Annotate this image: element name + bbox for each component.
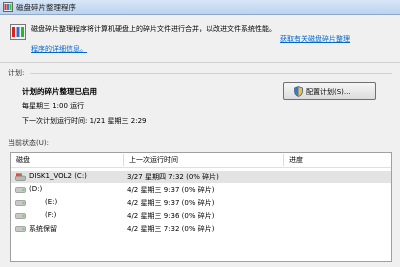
table-row[interactable]: (F:) 4/2 星期三 9:36 (0% 碎片) xyxy=(11,210,391,222)
schedule-status: 计划的碎片整理已启用 xyxy=(22,87,97,96)
volume-name: DISK1_VOL2 (C:) xyxy=(29,172,87,180)
volume-name: 系统保留 xyxy=(29,225,57,233)
column-header-progress[interactable]: 进度 xyxy=(289,155,303,165)
title-bar: 磁盘碎片整理程序 xyxy=(0,0,400,15)
volume-last-run: 4/2 星期三 9:37 (0% 碎片) xyxy=(127,186,215,194)
configure-schedule-button[interactable]: 配置计划(S)... xyxy=(283,82,376,100)
table-row[interactable]: DISK1_VOL2 (C:) 3/27 星期四 7:32 (0% 碎片) xyxy=(11,171,391,183)
defrag-icon xyxy=(10,24,26,40)
table-row[interactable]: 系统保留 4/2 星期三 7:32 (0% 碎片) xyxy=(11,223,391,235)
table-row[interactable]: (D:) 4/2 星期三 9:37 (0% 碎片) xyxy=(11,184,391,196)
volume-last-run: 4/2 星期三 7:32 (0% 碎片) xyxy=(127,225,215,233)
volume-table[interactable]: 磁盘 上一次运行时间 进度 DISK1_VOL2 (C:) 3/27 星期四 7… xyxy=(10,152,392,262)
current-status-label: 当前状态(U): xyxy=(8,139,49,147)
column-separator[interactable] xyxy=(123,154,124,166)
defrag-app-icon xyxy=(3,2,13,12)
volume-name: (D:) xyxy=(29,185,43,193)
volume-last-run: 4/2 星期三 9:36 (0% 碎片) xyxy=(127,212,215,220)
drive-icon xyxy=(15,187,26,193)
table-row[interactable]: (E:) 4/2 星期三 9:37 (0% 碎片) xyxy=(11,197,391,209)
schedule-separator xyxy=(30,73,392,74)
header-separator xyxy=(0,62,400,63)
next-run-time: 下一次计划运行时间: 1/21 星期三 2:29 xyxy=(22,117,147,125)
table-header: 磁盘 上一次运行时间 进度 xyxy=(11,153,391,168)
system-drive-icon xyxy=(15,173,26,181)
help-link[interactable]: 获取有关磁盘碎片整理 xyxy=(280,34,350,44)
volume-last-run: 4/2 星期三 9:37 (0% 碎片) xyxy=(127,199,215,207)
column-separator[interactable] xyxy=(283,154,284,166)
uac-shield-icon xyxy=(294,86,303,97)
drive-icon xyxy=(15,200,26,206)
window-title: 磁盘碎片整理程序 xyxy=(16,3,76,12)
schedule-run-time: 每星期三 1:00 运行 xyxy=(22,102,85,110)
help-link-continued[interactable]: 程序的详细信息。 xyxy=(31,44,87,54)
configure-schedule-label: 配置计划(S)... xyxy=(306,88,351,96)
volume-name: (F:) xyxy=(45,211,57,219)
schedule-section-label: 计划: xyxy=(8,69,25,77)
column-header-last-run[interactable]: 上一次运行时间 xyxy=(129,155,178,165)
description-text: 磁盘碎片整理程序将计算机硬盘上的碎片文件进行合并，以改进文件系统性能。 xyxy=(31,25,276,33)
volume-name: (E:) xyxy=(45,198,58,206)
volume-last-run: 3/27 星期四 7:32 (0% 碎片) xyxy=(127,173,219,181)
column-header-disk[interactable]: 磁盘 xyxy=(16,155,30,165)
drive-icon xyxy=(15,226,26,232)
drive-icon xyxy=(15,213,26,219)
